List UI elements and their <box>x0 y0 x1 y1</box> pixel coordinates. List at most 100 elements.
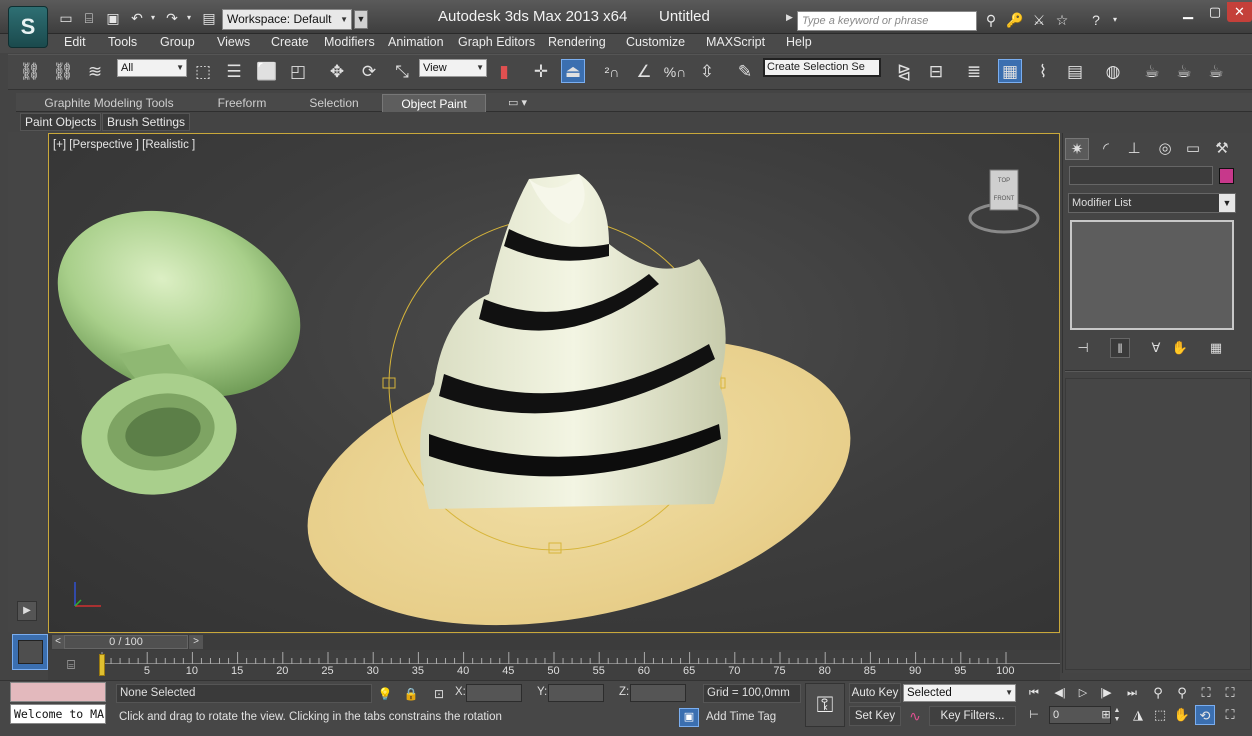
mirror-icon[interactable]: ⧎ <box>892 60 916 84</box>
search-input[interactable]: Type a keyword or phrase <box>797 11 977 31</box>
make-unique-icon[interactable]: ∀ <box>1146 338 1166 358</box>
tab-graphite-modeling-tools[interactable]: Graphite Modeling Tools <box>34 94 184 112</box>
paint-objects-button[interactable]: Paint Objects <box>20 113 102 131</box>
search-expand-icon[interactable]: ▶ <box>786 12 796 28</box>
redo-icon[interactable]: ↷ <box>163 9 181 27</box>
time-tag-icon[interactable]: ▣ <box>679 708 699 727</box>
menu-animation[interactable]: Animation <box>388 35 444 49</box>
next-frame-arrow-icon[interactable]: > <box>189 635 203 649</box>
maxscript-listener-output[interactable] <box>10 682 106 702</box>
save-icon[interactable]: ▣ <box>104 9 122 27</box>
configure-modifier-sets-icon[interactable]: ▦ <box>1206 338 1226 358</box>
show-end-result-icon[interactable]: ‖ <box>1110 338 1130 358</box>
select-manipulate-icon[interactable]: ✛ <box>529 60 553 84</box>
menu-views[interactable]: Views <box>217 35 250 49</box>
window-crossing-icon[interactable]: ◰ <box>286 60 310 84</box>
minimize-button[interactable]: ▁ <box>1176 2 1200 22</box>
default-in-out-tangents-icon[interactable]: ∿ <box>905 707 925 726</box>
redo-dropdown-icon[interactable]: ▾ <box>180 9 198 27</box>
menu-customize[interactable]: Customize <box>626 35 685 49</box>
menu-maxscript[interactable]: MAXScript <box>706 35 765 49</box>
modifier-stack[interactable] <box>1070 220 1234 330</box>
ribbon-options-icon[interactable]: ▭ ▾ <box>508 96 538 110</box>
project-folder-icon[interactable]: ▤ <box>200 9 218 27</box>
help-icon[interactable]: ? <box>1087 11 1105 29</box>
menu-edit[interactable]: Edit <box>64 35 86 49</box>
open-file-icon[interactable]: ⌸ <box>80 9 98 27</box>
display-tab-icon[interactable]: ▭ <box>1181 138 1205 160</box>
binoculars-icon[interactable]: ⚲ <box>982 11 1000 29</box>
keyboard-shortcut-override-icon[interactable]: ⏏ <box>561 59 585 83</box>
modify-tab-icon[interactable]: ◜ <box>1094 138 1118 160</box>
menu-tools[interactable]: Tools <box>108 35 137 49</box>
maximize-button[interactable]: ▢ <box>1203 2 1227 22</box>
select-object-icon[interactable]: ⬚ <box>191 60 215 84</box>
communication-center-icon[interactable]: ⚔ <box>1030 11 1048 29</box>
spinner-snap-icon[interactable]: ⇳ <box>695 60 719 84</box>
time-slider-thumb[interactable]: 0 / 100 <box>64 635 188 649</box>
absolute-mode-icon[interactable]: ⊡ <box>430 685 448 703</box>
viewport-layout-button[interactable] <box>12 634 48 670</box>
auto-key-button[interactable]: Auto Key <box>849 683 901 703</box>
layer-manager-icon[interactable]: ≣ <box>962 60 986 84</box>
set-keys-key-icon[interactable]: ⚿ <box>805 683 845 727</box>
object-color-swatch[interactable] <box>1219 168 1234 184</box>
y-coordinate-field[interactable] <box>548 684 604 702</box>
set-key-button[interactable]: Set Key <box>849 706 901 726</box>
motion-tab-icon[interactable]: ◎ <box>1153 138 1177 160</box>
render-setup-icon[interactable]: ☕ <box>1140 60 1164 84</box>
move-icon[interactable]: ✥ <box>325 60 349 84</box>
curve-editor-icon[interactable]: ⌇ <box>1031 60 1055 84</box>
menu-create[interactable]: Create <box>271 35 309 49</box>
orbit-icon[interactable]: ⟲ <box>1195 705 1215 725</box>
menu-modifiers[interactable]: Modifiers <box>324 35 375 49</box>
viewport-label[interactable]: [+] [Perspective ] [Realistic ] <box>53 139 195 151</box>
zoom-all-icon[interactable]: ⚲ <box>1172 683 1192 703</box>
next-frame-icon[interactable]: |▶ <box>1096 684 1116 702</box>
maximize-viewport-icon[interactable]: ⛶ <box>1220 705 1240 725</box>
hierarchy-tab-icon[interactable]: ⊥ <box>1122 138 1146 160</box>
graphite-toggle-icon[interactable]: ▦ <box>998 59 1022 83</box>
tab-freeform[interactable]: Freeform <box>204 94 280 112</box>
schematic-view-icon[interactable]: ▤ <box>1063 60 1087 84</box>
pin-stack-icon[interactable]: ⊣ <box>1073 338 1093 358</box>
perspective-viewport[interactable]: TOP FRONT <box>48 133 1060 633</box>
named-selection-sets-field[interactable]: Create Selection Se <box>763 58 881 77</box>
percent-snap-icon[interactable]: %∩ <box>663 60 687 84</box>
rectangular-selection-icon[interactable]: ⬜ <box>255 60 279 84</box>
scale-icon[interactable]: ⤡ <box>390 60 414 84</box>
key-selection-dropdown[interactable]: Selected ▼ <box>903 684 1016 702</box>
quick-access-customize-icon[interactable]: ▼ <box>354 10 368 29</box>
tab-object-paint[interactable]: Object Paint <box>382 94 486 112</box>
rendered-frame-window-icon[interactable]: ☕ <box>1172 60 1196 84</box>
object-name-field[interactable] <box>1069 166 1213 185</box>
undo-dropdown-icon[interactable]: ▾ <box>144 9 162 27</box>
expand-panel-icon[interactable]: ▶ <box>17 601 37 621</box>
key-filters-button[interactable]: Key Filters... <box>929 706 1016 726</box>
field-of-view-icon[interactable]: ◮ <box>1128 705 1148 725</box>
snaps-toggle-icon[interactable]: ²∩ <box>600 60 624 84</box>
selection-lock-icon[interactable]: 🔒 <box>402 685 420 703</box>
menu-group[interactable]: Group <box>160 35 195 49</box>
z-coordinate-field[interactable] <box>630 684 686 702</box>
menu-rendering[interactable]: Rendering <box>548 35 606 49</box>
pivot-center-icon[interactable]: ▮ <box>492 60 516 84</box>
render-production-icon[interactable]: ☕ <box>1204 60 1228 84</box>
x-coordinate-field[interactable] <box>466 684 522 702</box>
tab-selection[interactable]: Selection <box>296 94 372 112</box>
go-to-start-icon[interactable]: ⏮ <box>1024 684 1044 702</box>
pan-view-icon[interactable]: ✋ <box>1172 705 1192 725</box>
play-animation-icon[interactable]: ▷ <box>1073 684 1093 702</box>
brush-settings-button[interactable]: Brush Settings <box>102 113 191 131</box>
region-zoom-icon[interactable]: ⬚ <box>1150 705 1170 725</box>
zoom-extents-all-icon[interactable]: ⛶ <box>1220 683 1240 703</box>
current-frame-marker[interactable] <box>99 654 105 676</box>
maxscript-listener-input[interactable]: Welcome to MA <box>10 704 106 724</box>
selection-filter-dropdown[interactable]: All ▼ <box>117 59 187 77</box>
create-tab-icon[interactable]: ✷ <box>1065 138 1089 160</box>
edit-named-selection-icon[interactable]: ✎ <box>733 60 757 84</box>
align-icon[interactable]: ⊟ <box>924 60 948 84</box>
key-mode-toggle-icon[interactable]: ⊢ <box>1024 706 1044 724</box>
zoom-extents-icon[interactable]: ⛶ <box>1196 683 1216 703</box>
modifier-list-dropdown[interactable]: Modifier List ▼ <box>1068 193 1236 213</box>
